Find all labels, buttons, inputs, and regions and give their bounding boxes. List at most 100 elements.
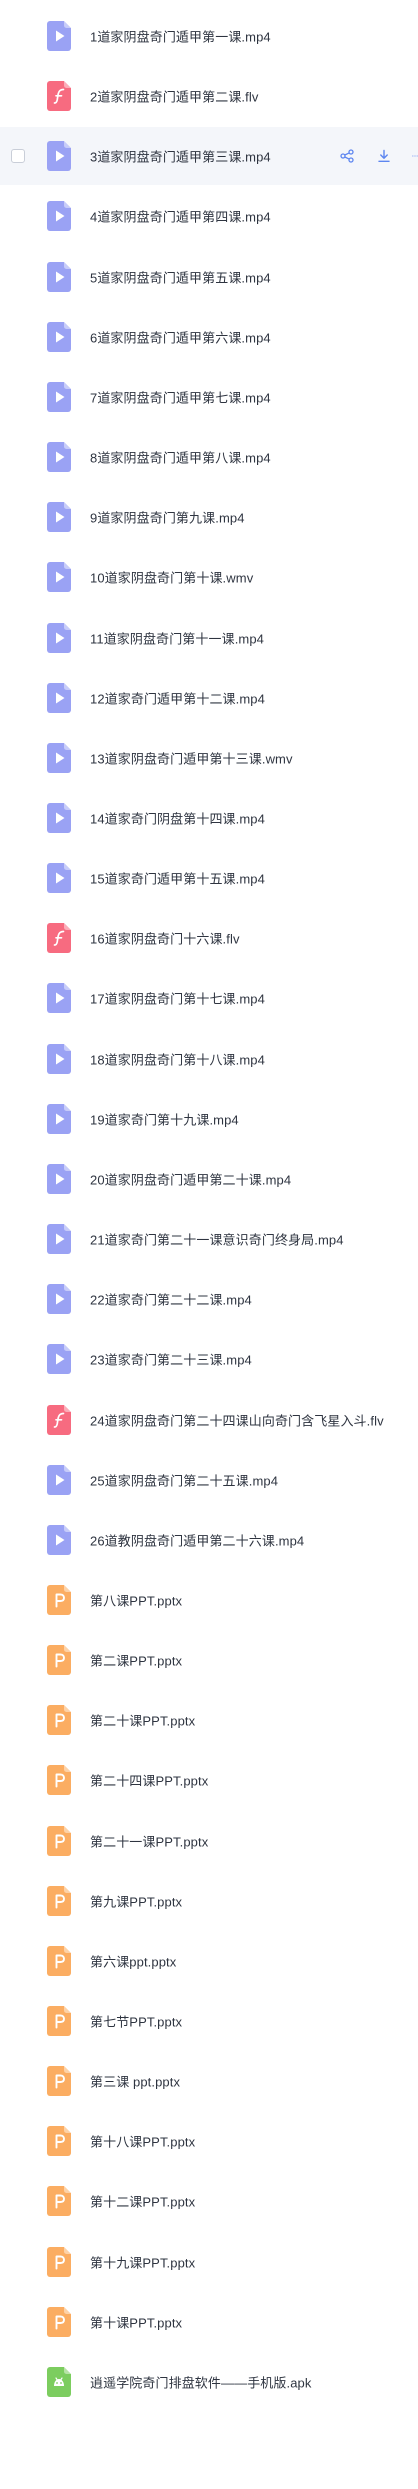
file-name[interactable]: 5道家阴盘奇门遁甲第五课.mp4 xyxy=(90,267,271,286)
more-icon[interactable] xyxy=(412,147,418,165)
file-row[interactable]: 26道教阴盘奇门遁甲第二十六课.mp4 xyxy=(0,1511,418,1569)
file-name[interactable]: 22道家奇门第二十二课.mp4 xyxy=(90,1290,252,1309)
video-file-icon xyxy=(47,141,71,172)
ppt-file-icon xyxy=(47,2306,71,2337)
file-row[interactable]: 6道家阴盘奇门遁甲第六课.mp4 xyxy=(0,308,418,366)
file-name[interactable]: 25道家阴盘奇门第二十五课.mp4 xyxy=(90,1470,278,1489)
file-row[interactable]: 第九课PPT.pptx xyxy=(0,1872,418,1930)
file-name[interactable]: 第二课PPT.pptx xyxy=(90,1651,182,1670)
file-row[interactable]: 第二十四课PPT.pptx xyxy=(0,1751,418,1809)
file-row[interactable]: 24道家阴盘奇门第二十四课山向奇门含飞星入斗.flv xyxy=(0,1391,418,1449)
file-name[interactable]: 3道家阴盘奇门遁甲第三课.mp4 xyxy=(90,147,271,166)
file-name[interactable]: 23道家奇门第二十三课.mp4 xyxy=(90,1350,252,1369)
file-row[interactable]: 25道家阴盘奇门第二十五课.mp4 xyxy=(0,1451,418,1509)
file-row[interactable]: 4道家阴盘奇门遁甲第四课.mp4 xyxy=(0,187,418,245)
file-name[interactable]: 9道家阴盘奇门第九课.mp4 xyxy=(90,508,245,527)
file-name[interactable]: 26道教阴盘奇门遁甲第二十六课.mp4 xyxy=(90,1530,304,1549)
file-name[interactable]: 6道家阴盘奇门遁甲第六课.mp4 xyxy=(90,327,271,346)
file-row[interactable]: 14道家奇门阴盘第十四课.mp4 xyxy=(0,789,418,847)
file-row[interactable]: 第八课PPT.pptx xyxy=(0,1571,418,1629)
file-row[interactable]: 16道家阴盘奇门十六课.flv xyxy=(0,909,418,967)
share-icon[interactable] xyxy=(338,147,356,165)
video-file-icon xyxy=(47,502,71,533)
file-row[interactable]: 11道家阴盘奇门第十一课.mp4 xyxy=(0,609,418,667)
file-row[interactable]: 第十课PPT.pptx xyxy=(0,2293,418,2351)
file-row[interactable]: 19道家奇门第十九课.mp4 xyxy=(0,1090,418,1148)
video-file-icon xyxy=(47,1464,71,1495)
file-row[interactable]: 18道家阴盘奇门第十八课.mp4 xyxy=(0,1030,418,1088)
file-row[interactable]: 7道家阴盘奇门遁甲第七课.mp4 xyxy=(0,368,418,426)
file-row[interactable]: 23道家奇门第二十三课.mp4 xyxy=(0,1330,418,1388)
file-name[interactable]: 第二十课PPT.pptx xyxy=(90,1711,195,1730)
file-name[interactable]: 4道家阴盘奇门遁甲第四课.mp4 xyxy=(90,207,271,226)
file-name[interactable]: 10道家阴盘奇门第十课.wmv xyxy=(90,568,253,587)
file-name[interactable]: 8道家阴盘奇门遁甲第八课.mp4 xyxy=(90,448,271,467)
download-icon[interactable] xyxy=(375,147,393,165)
file-row[interactable]: 1道家阴盘奇门遁甲第一课.mp4 xyxy=(0,7,418,65)
file-row[interactable]: 3道家阴盘奇门遁甲第三课.mp4 xyxy=(0,127,418,186)
ppt-file-icon xyxy=(47,1645,71,1675)
video-file-icon xyxy=(47,1524,71,1555)
file-row[interactable]: 第十八课PPT.pptx xyxy=(0,2112,418,2170)
file-name[interactable]: 第七节PPT.pptx xyxy=(90,2012,182,2031)
file-row[interactable]: 第十二课PPT.pptx xyxy=(0,2172,418,2230)
file-row[interactable]: 5道家阴盘奇门遁甲第五课.mp4 xyxy=(0,248,418,306)
file-name[interactable]: 24道家阴盘奇门第二十四课山向奇门含飞星入斗.flv xyxy=(90,1410,384,1429)
file-name[interactable]: 21道家奇门第二十一课意识奇门终身局.mp4 xyxy=(90,1230,344,1249)
ppt-file-icon xyxy=(47,2126,71,2157)
file-name[interactable]: 15道家奇门遁甲第十五课.mp4 xyxy=(90,869,265,888)
flash-file-icon xyxy=(47,81,71,112)
video-file-icon xyxy=(47,863,71,894)
file-row[interactable]: 21道家奇门第二十一课意识奇门终身局.mp4 xyxy=(0,1210,418,1268)
file-row[interactable]: 第十九课PPT.pptx xyxy=(0,2233,418,2291)
file-row[interactable]: 第七节PPT.pptx xyxy=(0,1992,418,2050)
file-row[interactable]: 22道家奇门第二十二课.mp4 xyxy=(0,1270,418,1328)
video-file-icon xyxy=(47,1103,71,1134)
file-row[interactable]: 第三课 ppt.pptx xyxy=(0,2052,418,2110)
file-name[interactable]: 13道家阴盘奇门遁甲第十三课.wmv xyxy=(90,748,293,767)
file-name[interactable]: 第十八课PPT.pptx xyxy=(90,2132,195,2151)
file-name[interactable]: 11道家阴盘奇门第十一课.mp4 xyxy=(90,628,264,647)
file-name[interactable]: 17道家阴盘奇门第十七课.mp4 xyxy=(90,989,265,1008)
file-row[interactable]: 第二课PPT.pptx xyxy=(0,1631,418,1689)
file-row[interactable]: 17道家阴盘奇门第十七课.mp4 xyxy=(0,969,418,1027)
file-name[interactable]: 14道家奇门阴盘第十四课.mp4 xyxy=(90,808,265,827)
file-name[interactable]: 第六课ppt.pptx xyxy=(90,1951,176,1970)
file-name[interactable]: 20道家阴盘奇门遁甲第二十课.mp4 xyxy=(90,1169,291,1188)
file-name[interactable]: 7道家阴盘奇门遁甲第七课.mp4 xyxy=(90,387,271,406)
file-row[interactable]: 10道家阴盘奇门第十课.wmv xyxy=(0,548,418,606)
file-row[interactable]: 2道家阴盘奇门遁甲第二课.flv xyxy=(0,67,418,125)
file-name[interactable]: 逍遥学院奇门排盘软件——手机版.apk xyxy=(90,2372,311,2391)
file-name[interactable]: 第三课 ppt.pptx xyxy=(90,2072,180,2091)
file-name[interactable]: 16道家阴盘奇门十六课.flv xyxy=(90,929,240,948)
file-name[interactable]: 第二十四课PPT.pptx xyxy=(90,1771,208,1790)
file-row[interactable]: 9道家阴盘奇门第九课.mp4 xyxy=(0,488,418,546)
ppt-file-icon xyxy=(47,2066,71,2097)
file-name[interactable]: 第二十一课PPT.pptx xyxy=(90,1831,208,1850)
file-row[interactable]: 20道家阴盘奇门遁甲第二十课.mp4 xyxy=(0,1150,418,1208)
video-file-icon xyxy=(47,1344,71,1375)
file-name[interactable]: 1道家阴盘奇门遁甲第一课.mp4 xyxy=(90,27,271,46)
select-checkbox[interactable] xyxy=(11,149,25,164)
video-file-icon xyxy=(47,1043,71,1074)
file-row[interactable]: 15道家奇门遁甲第十五课.mp4 xyxy=(0,849,418,907)
file-name[interactable]: 2道家阴盘奇门遁甲第二课.flv xyxy=(90,87,258,106)
file-row[interactable]: 逍遥学院奇门排盘软件——手机版.apk xyxy=(0,2353,418,2411)
file-name[interactable]: 第十二课PPT.pptx xyxy=(90,2192,195,2211)
video-file-icon xyxy=(47,622,71,653)
file-row[interactable]: 第二十一课PPT.pptx xyxy=(0,1812,418,1870)
file-row[interactable]: 13道家阴盘奇门遁甲第十三课.wmv xyxy=(0,729,418,787)
file-name[interactable]: 第八课PPT.pptx xyxy=(90,1590,182,1609)
file-name[interactable]: 第十课PPT.pptx xyxy=(90,2312,182,2331)
file-name[interactable]: 19道家奇门第十九课.mp4 xyxy=(90,1109,239,1128)
file-name[interactable]: 18道家阴盘奇门第十八课.mp4 xyxy=(90,1049,265,1068)
file-row[interactable]: 第二十课PPT.pptx xyxy=(0,1691,418,1749)
ppt-file-icon xyxy=(47,2006,71,2036)
file-name[interactable]: 12道家奇门遁甲第十二课.mp4 xyxy=(90,688,265,707)
file-name[interactable]: 第十九课PPT.pptx xyxy=(90,2252,195,2271)
ppt-file-icon xyxy=(47,2186,71,2217)
file-row[interactable]: 12道家奇门遁甲第十二课.mp4 xyxy=(0,669,418,727)
file-name[interactable]: 第九课PPT.pptx xyxy=(90,1891,182,1910)
file-row[interactable]: 第六课ppt.pptx xyxy=(0,1932,418,1990)
file-row[interactable]: 8道家阴盘奇门遁甲第八课.mp4 xyxy=(0,428,418,486)
